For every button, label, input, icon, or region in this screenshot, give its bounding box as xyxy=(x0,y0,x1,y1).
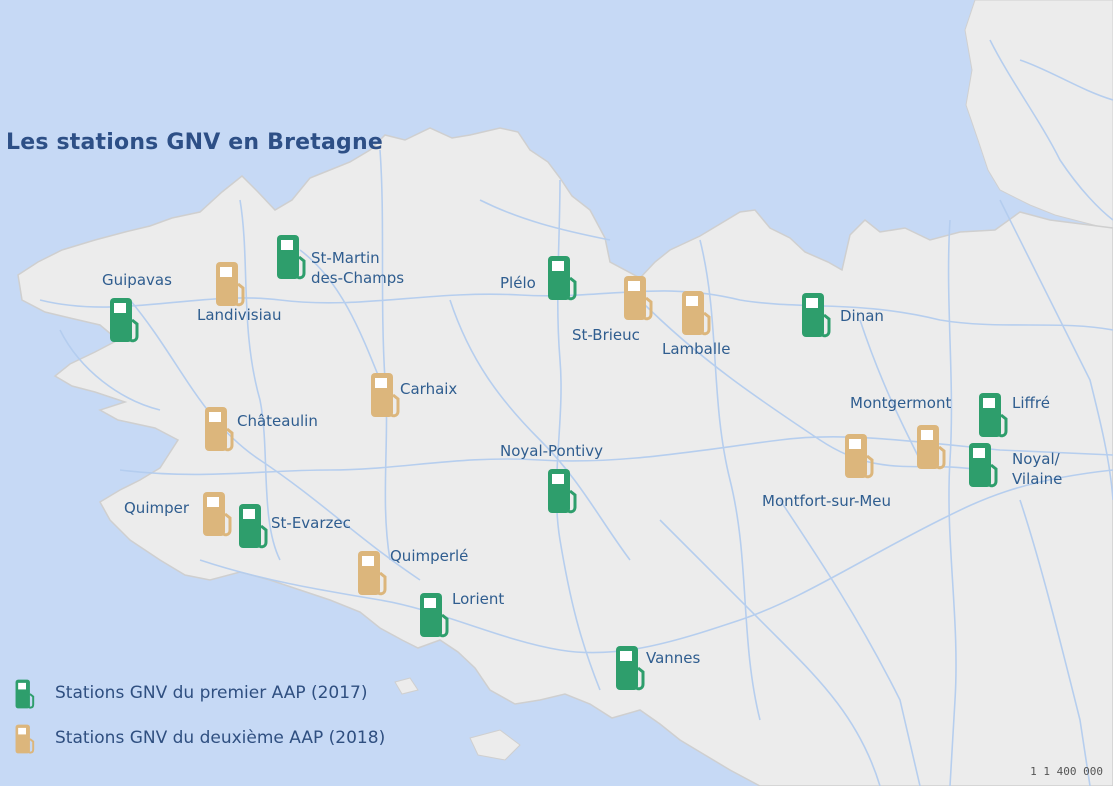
chateaulin-fuel-pump-icon[interactable] xyxy=(203,403,239,455)
quimperle-label: Quimperlé xyxy=(390,546,468,566)
liffre-label: Liffré xyxy=(1012,393,1050,413)
plelo-label: Plélo xyxy=(500,273,536,293)
liffre-fuel-pump-icon[interactable] xyxy=(977,389,1013,441)
plelo-label-line1: Plélo xyxy=(500,274,536,292)
guipavas-label-line1: Guipavas xyxy=(102,271,172,289)
carhaix-label-line1: Carhaix xyxy=(400,380,458,398)
chateaulin-label-line1: Châteaulin xyxy=(237,412,318,430)
lorient-label: Lorient xyxy=(452,589,504,609)
st-martin-des-champs-fuel-pump-icon[interactable] xyxy=(275,231,311,283)
dinan-label-line1: Dinan xyxy=(840,307,884,325)
scale-text: 1 1 400 000 xyxy=(1030,765,1103,778)
montgermont-fuel-pump-icon[interactable] xyxy=(915,421,951,473)
st-martin-des-champs-label: St-Martin des-Champs xyxy=(311,248,404,288)
lorient-fuel-pump-icon[interactable] xyxy=(418,589,454,641)
guipavas-fuel-pump-icon[interactable] xyxy=(108,294,144,346)
vannes-fuel-pump-icon[interactable] xyxy=(614,642,650,694)
quimper-label: Quimper xyxy=(124,498,189,518)
vannes-label-line1: Vannes xyxy=(646,649,701,667)
legend-aap1-fuel-pump-icon xyxy=(15,679,35,709)
legend-aap2-label: Stations GNV du deuxième AAP (2018) xyxy=(55,728,386,748)
noyal-vilaine-label: Noyal/Vilaine xyxy=(1012,449,1062,489)
liffre-label-line1: Liffré xyxy=(1012,394,1050,412)
noyal-pontivy-fuel-pump-icon[interactable] xyxy=(546,465,582,517)
landivisiau-fuel-pump-icon[interactable] xyxy=(214,258,250,310)
noyal-pontivy-label: Noyal-Pontivy xyxy=(500,441,603,461)
legend-aap1-label: Stations GNV du premier AAP (2017) xyxy=(55,683,368,703)
noyal-vilaine-fuel-pump-icon[interactable] xyxy=(967,439,1003,491)
st-evarzec-label: St-Evarzec xyxy=(271,513,351,533)
quimperle-fuel-pump-icon[interactable] xyxy=(356,547,392,599)
lamballe-label-line1: Lamballe xyxy=(662,340,731,358)
st-brieuc-label: St-Brieuc xyxy=(572,325,640,345)
quimper-fuel-pump-icon[interactable] xyxy=(201,488,237,540)
st-brieuc-fuel-pump-icon[interactable] xyxy=(622,272,658,324)
montgermont-label: Montgermont xyxy=(850,393,951,413)
noyal-vilaine-label-line2: Vilaine xyxy=(1012,470,1063,488)
vannes-label: Vannes xyxy=(646,648,700,668)
noyal-vilaine-label-line1: Noyal/ xyxy=(1012,450,1060,468)
st-martin-des-champs-label-line2: des-Champs xyxy=(311,269,405,287)
plelo-fuel-pump-icon[interactable] xyxy=(546,252,582,304)
chateaulin-label: Châteaulin xyxy=(237,411,318,431)
montfort-sur-meu-label: Montfort-sur-Meu xyxy=(762,491,891,511)
map-title: Les stations GNV en Bretagne xyxy=(6,130,383,155)
lamballe-fuel-pump-icon[interactable] xyxy=(680,287,716,339)
legend-aap2-fuel-pump-icon xyxy=(15,724,35,754)
st-martin-des-champs-label-line1: St-Martin xyxy=(311,249,380,267)
quimperle-label-line1: Quimperlé xyxy=(390,547,469,565)
montgermont-label-line1: Montgermont xyxy=(850,394,952,412)
lamballe-label: Lamballe xyxy=(662,339,730,359)
landivisiau-label: Landivisiau xyxy=(197,305,281,325)
carhaix-label: Carhaix xyxy=(400,379,457,399)
montfort-sur-meu-label-line1: Montfort-sur-Meu xyxy=(762,492,892,510)
lorient-label-line1: Lorient xyxy=(452,590,505,608)
map-canvas[interactable]: Les stations GNV en Bretagne Guipavas St-… xyxy=(0,0,1113,786)
landivisiau-label-line1: Landivisiau xyxy=(197,306,282,324)
guipavas-label: Guipavas xyxy=(102,270,172,290)
noyal-pontivy-label-line1: Noyal-Pontivy xyxy=(500,442,604,460)
st-evarzec-label-line1: St-Evarzec xyxy=(271,514,351,532)
dinan-fuel-pump-icon[interactable] xyxy=(800,289,836,341)
quimper-label-line1: Quimper xyxy=(124,499,190,517)
montfort-sur-meu-fuel-pump-icon[interactable] xyxy=(843,430,879,482)
st-brieuc-label-line1: St-Brieuc xyxy=(572,326,640,344)
dinan-label: Dinan xyxy=(840,306,884,326)
st-evarzec-fuel-pump-icon[interactable] xyxy=(237,500,273,552)
